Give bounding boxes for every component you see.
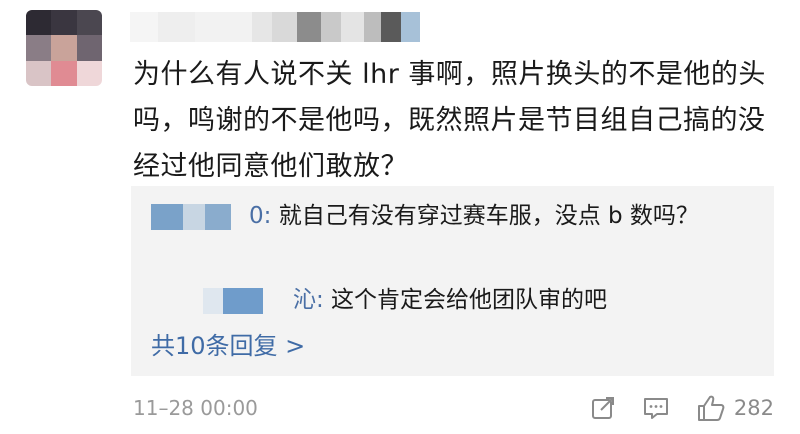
reply-username-blurred[interactable]	[183, 203, 205, 230]
reply-item[interactable]: 沁: 这个肯定会给他团队审的吧	[151, 282, 761, 318]
comment-timestamp: 11–28 00:00	[133, 396, 258, 420]
share-icon	[591, 397, 614, 419]
reply-username-suffix[interactable]: 0:	[249, 203, 271, 229]
reply-username-blurred[interactable]	[203, 287, 223, 314]
reply-button[interactable]	[642, 395, 670, 421]
comment-text: 为什么有人说不关 lhr 事啊，照片换头的不是他的头吗，鸣谢的不是他吗，既然照片…	[133, 59, 766, 182]
commenter-name-blurred[interactable]	[130, 10, 420, 44]
reply-username-blurred[interactable]	[151, 203, 183, 230]
share-button[interactable]	[590, 395, 616, 421]
more-replies-link[interactable]: 共10条回复 >	[151, 326, 305, 361]
commenter-avatar[interactable]	[26, 10, 102, 86]
reply-username-blurred[interactable]	[205, 203, 231, 230]
comment-actions: 282	[590, 392, 774, 424]
reply-username-blurred[interactable]	[223, 287, 263, 314]
reply-username-suffix[interactable]: 沁:	[293, 287, 324, 313]
reply-username-blurred[interactable]	[151, 287, 203, 314]
reply-text: 这个肯定会给他团队审的吧	[323, 287, 608, 313]
reply-text: 就自己有没有穿过赛车服，没点 b 数吗？	[271, 203, 699, 229]
comment-icon	[643, 398, 668, 419]
reply-username-blurred[interactable]	[231, 203, 249, 230]
reply-item[interactable]: 0: 就自己有没有穿过赛车服，没点 b 数吗？	[151, 198, 761, 234]
reply-username-blurred[interactable]	[263, 287, 293, 314]
like-button[interactable]: 282	[696, 394, 774, 422]
like-icon	[697, 395, 725, 421]
reply-box[interactable]: 0: 就自己有没有穿过赛车服，没点 b 数吗？ 沁: 这个肯定会给他团队审的吧 …	[131, 186, 774, 376]
like-count: 282	[733, 396, 774, 420]
